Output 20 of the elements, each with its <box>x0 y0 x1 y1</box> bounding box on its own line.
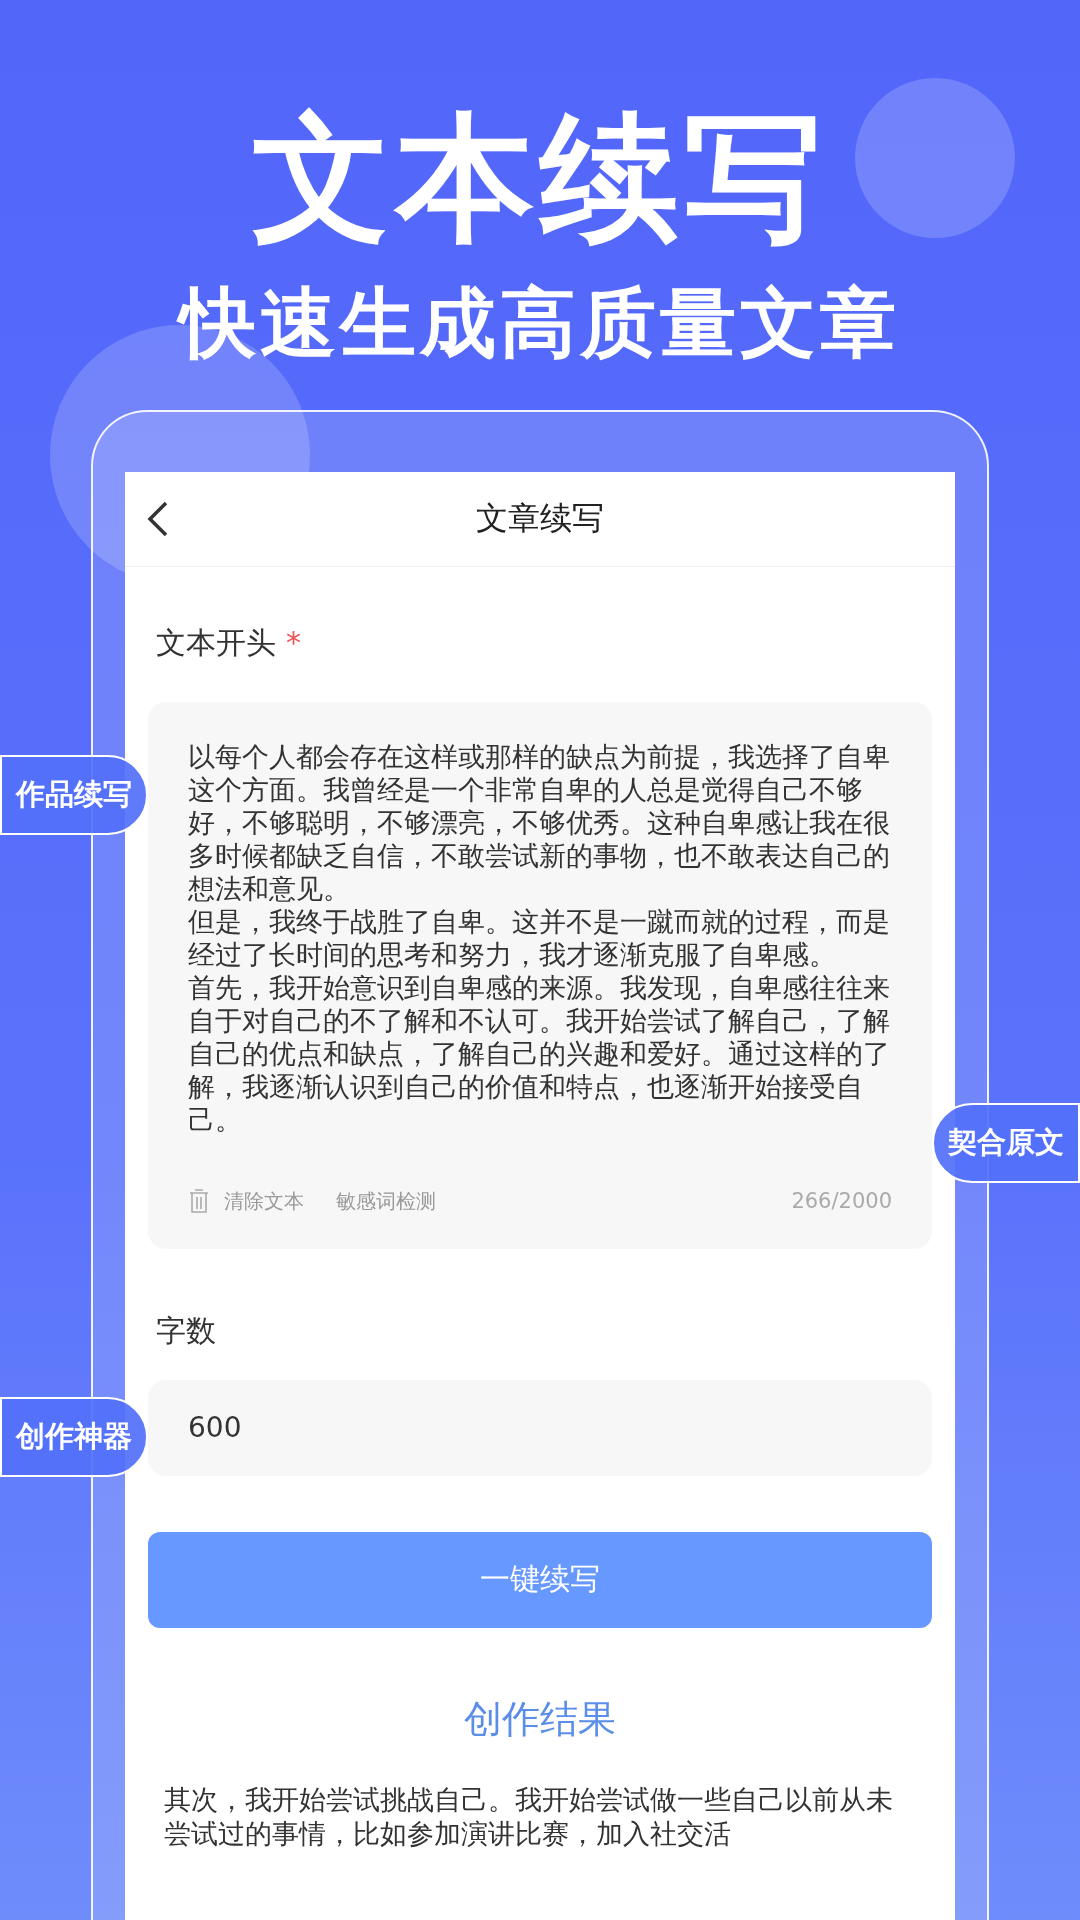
back-icon[interactable] <box>147 500 169 537</box>
feature-badge: 作品续写 <box>0 755 148 835</box>
field-label: 字数 <box>155 1311 217 1350</box>
char-counter: 266/2000 <box>791 1189 892 1214</box>
action-link[interactable]: 敏感词检测 <box>336 1187 436 1215</box>
feature-badge: 创作神器 <box>0 1397 148 1477</box>
continue-button[interactable]: 一键续写 <box>148 1531 932 1628</box>
screen-title: 文章续写 <box>476 497 604 539</box>
result-text: 其次，我开始尝试挑战自己。我开始尝试做一些自己以前从未尝试过的事情，比如参加演讲比赛，加入社交活 <box>163 1782 894 1851</box>
required-mark: * <box>286 624 301 660</box>
word-count-field[interactable]: 600 <box>148 1379 932 1476</box>
field-label: 文本开头 * <box>155 623 302 662</box>
feature-badge: 契合原文 <box>932 1103 1080 1183</box>
headline: 文本续写 <box>251 100 829 259</box>
text-input-field[interactable] <box>148 701 932 1249</box>
action-link[interactable]: 清除文本 <box>224 1187 304 1215</box>
opening-paragraph: 但是，我终于战胜了自卑。这并不是一蹴而就的过程，而是经过了长时间的思考和努力，我才逐渐克服了自卑感。 <box>188 904 891 971</box>
opening-paragraph: 以每个人都会存在这样或那样的缺点为前提，我选择了自卑这个方面。我曾经是一个非常自卑的人总是觉得自己不够好，不够聪明，不够漂亮，不够优秀。这种自卑感让我在很多时候都缺乏自信，不敢尝试新的事物，也不敢表达自己的想法和意见。 <box>188 739 891 905</box>
result-title: 创作结果 <box>463 1695 617 1743</box>
opening-paragraph: 首先，我开始意识到自卑感的来源。我发现，自卑感往往来自于对自己的不了解和不认可。我开始尝试了解自己，了解自己的优点和缺点，了解自己的兴趣和爱好。通过这样的了解，我逐渐认识到自己的价值和特点，也逐渐开始接受自己。 <box>188 970 891 1136</box>
